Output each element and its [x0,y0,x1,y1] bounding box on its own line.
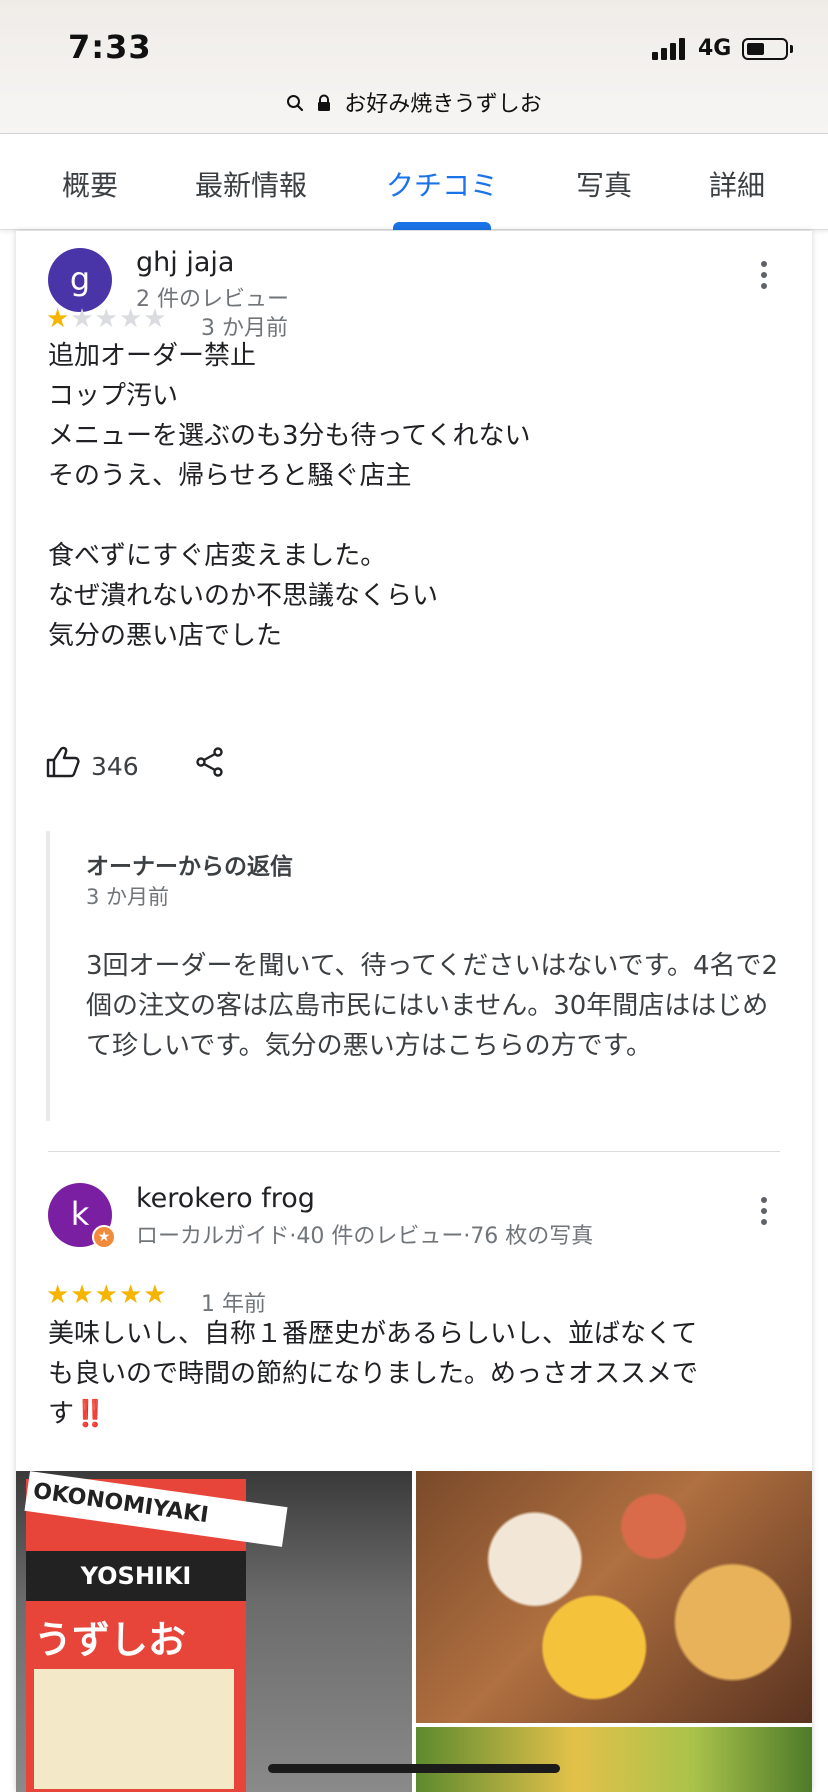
reviewer-meta: ローカルガイド·40 件のレビュー·76 枚の写真 [136,1224,594,1249]
battery-cap [790,45,793,53]
reviewer-name[interactable]: kerokero frog [136,1183,315,1214]
star-icon: ★ [143,1280,168,1310]
sign-menu-board [34,1669,234,1789]
tab-reviews[interactable]: クチコミ [386,164,498,204]
review-photo[interactable] [416,1471,812,1723]
search-icon [286,93,304,118]
tab-bar: 概要 最新情報 クチコミ 写真 詳細 [0,134,828,230]
more-options-icon[interactable] [759,261,769,295]
review-photo[interactable]: OKONOMIYAKI YOSHIKI うずしお [16,1471,412,1792]
star-icon: ★ [94,304,119,334]
sign-text-name: うずしお [34,1618,187,1662]
owner-reply-date: 3 か月前 [86,885,170,909]
owner-reply-title: オーナーからの返信 [86,854,293,880]
star-icon: ★ [46,304,71,334]
url-bar[interactable]: お好み焼きうずしお [0,86,828,118]
review-text: 追加オーダー禁止 コップ汚い メニューを選ぶのも3分も待ってくれない そのうえ、… [48,341,531,651]
star-icon: ★ [70,1280,95,1310]
reviewer-name[interactable]: ghj jaja [136,247,234,278]
double-exclamation-icon: ‼️ [74,1399,107,1429]
star-rating: ★★★★★ [46,304,168,334]
star-icon: ★ [143,304,168,334]
active-tab-indicator [393,222,491,230]
tab-photos[interactable]: 写真 [576,164,632,204]
star-icon: ★ [118,1280,144,1310]
sign-text-okonomiyaki: OKONOMIYAKI [24,1471,288,1547]
url-title: お好み焼きうずしお [344,92,542,117]
tab-details[interactable]: 詳細 [709,164,765,204]
reviews-panel: g ghj jaja 2 件のレビュー ★★★★★ 3 か月前 追加オーダー禁止… [16,231,812,1792]
star-icon: ★ [70,304,95,334]
star-rating: ★★★★★ [46,1280,168,1310]
owner-reply: オーナーからの返信 3 か月前 3回オーダーを聞いて、待ってくださいはないです。… [46,831,796,1121]
share-icon[interactable] [196,747,224,781]
browser-top-bar: 7:33 4G お好み焼きうずしお [0,0,828,134]
signal-icon [652,38,690,60]
like-count: 346 [91,752,139,781]
status-time: 7:33 [68,28,152,66]
storefront-sign: OKONOMIYAKI YOSHIKI うずしお [24,1471,288,1792]
local-guide-badge-icon: ★ [92,1225,116,1249]
network-type: 4G [698,36,732,61]
star-icon: ★ [46,1280,71,1310]
like-icon[interactable] [46,746,80,782]
home-indicator[interactable] [268,1764,560,1773]
star-icon: ★ [94,1280,119,1310]
star-icon: ★ [118,304,144,334]
avatar[interactable]: k ★ [48,1183,116,1249]
owner-reply-text: 3回オーダーを聞いて、待ってくださいはないです。4名で2個の注文の客は広島市民に… [86,951,779,1061]
avatar-letter: g [69,260,91,298]
review-text-body: 美味しいし、自称１番歴史があるらしいし、並ばなくても良いので時間の節約になりまし… [48,1319,699,1429]
tab-updates[interactable]: 最新情報 [195,164,307,204]
avatar-letter: k [70,1195,90,1233]
tab-overview[interactable]: 概要 [62,164,118,204]
divider [48,1151,780,1152]
review-text: 美味しいし、自称１番歴史があるらしいし、並ばなくても良いので時間の節約になりまし… [48,1314,718,1434]
battery-icon [742,38,788,60]
review-photo[interactable] [416,1727,812,1792]
sign-text-yoshiki: YOSHIKI [26,1551,246,1601]
more-options-icon[interactable] [759,1197,769,1231]
lock-icon [317,93,331,118]
avatar[interactable]: g [48,248,112,312]
